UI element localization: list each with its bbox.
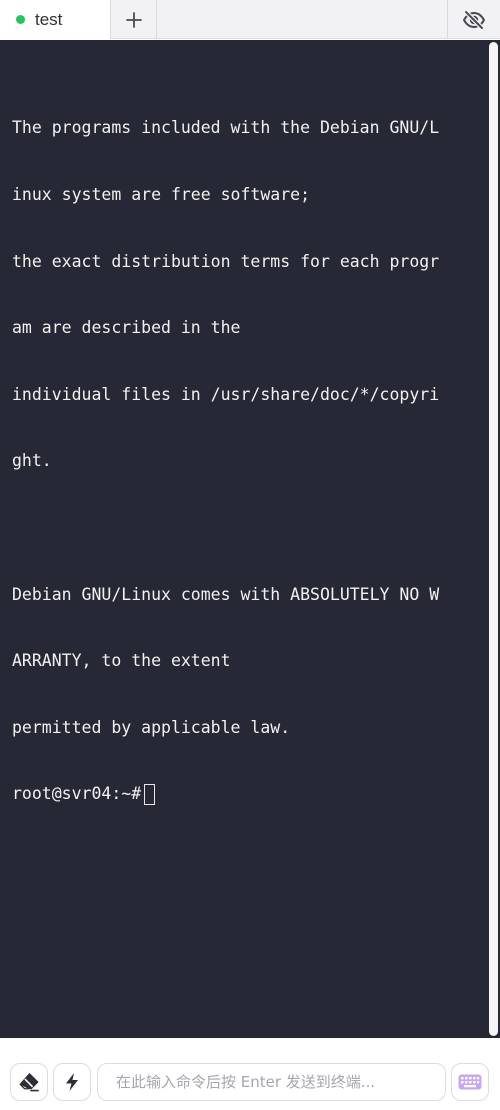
command-input[interactable] [97, 1063, 446, 1101]
tab-test[interactable]: test [0, 0, 111, 39]
terminal-output: The programs included with the Debian GN… [12, 73, 478, 850]
lightning-icon [66, 1073, 78, 1091]
keyboard-button[interactable] [451, 1063, 489, 1101]
command-bar [0, 1038, 500, 1110]
clear-button[interactable] [10, 1063, 48, 1101]
terminal-scrollbar[interactable] [488, 40, 499, 1038]
tab-bar: test [0, 0, 500, 39]
toggle-visibility-button[interactable] [447, 0, 500, 39]
terminal-line: the exact distribution terms for each pr… [12, 251, 440, 271]
terminal-line: individual files in /usr/share/doc/*/cop… [12, 384, 440, 404]
terminal-line: ght. [12, 451, 52, 471]
terminal-line: The programs included with the Debian GN… [12, 118, 440, 138]
terminal-prompt: root@svr04:~# [12, 784, 142, 804]
quick-command-button[interactable] [53, 1063, 91, 1101]
terminal-prompt-line: root@svr04:~# [12, 783, 478, 805]
scrollbar-thumb[interactable] [489, 42, 498, 1036]
keyboard-icon [458, 1074, 482, 1090]
terminal-line: permitted by applicable law. [12, 717, 291, 737]
terminal-cursor [144, 783, 156, 805]
eye-off-icon [463, 9, 485, 30]
tab-bar-spacer [157, 0, 447, 38]
add-tab-button[interactable] [111, 0, 157, 39]
terminal-line: inux system are free software; [12, 185, 311, 204]
plus-icon [125, 11, 142, 28]
connection-status-dot [16, 15, 25, 24]
terminal-line: Debian GNU/Linux comes with ABSOLUTELY N… [12, 584, 440, 604]
terminal-screen[interactable]: The programs included with the Debian GN… [0, 40, 500, 1038]
tab-label: test [35, 9, 63, 29]
terminal-app: test The programs included with the Debi… [0, 0, 500, 1110]
terminal-line: am are described in the [12, 318, 241, 338]
eraser-icon [19, 1073, 39, 1092]
terminal-line: ARRANTY, to the extent [12, 651, 231, 671]
